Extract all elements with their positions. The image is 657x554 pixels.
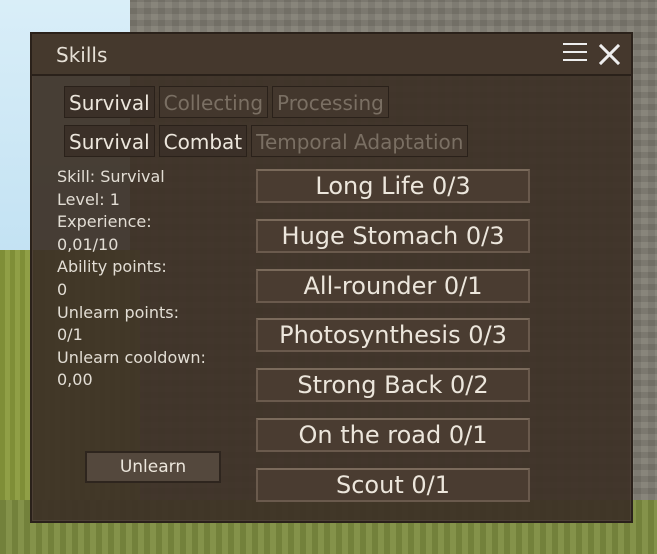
unlearn-button[interactable]: Unlearn bbox=[85, 451, 221, 483]
skills-dialog: Skills Survival Collecting Processing Su… bbox=[30, 32, 633, 523]
ability-button-on-the-road[interactable]: On the road 0/1 bbox=[256, 417, 530, 452]
ability-points-label: Ability points: bbox=[57, 257, 167, 277]
skill-category-tabs: Survival Collecting Processing bbox=[64, 86, 389, 118]
close-icon[interactable] bbox=[597, 42, 621, 66]
ability-button-scout[interactable]: Scout 0/1 bbox=[256, 467, 530, 502]
experience-value: 0,01/10 bbox=[57, 234, 119, 254]
ability-points-value: 0 bbox=[57, 279, 68, 299]
ability-list: Long Life 0/3 Huge Stomach 0/3 All-round… bbox=[256, 169, 530, 518]
unlearn-cooldown-value: 0,00 bbox=[57, 370, 93, 390]
skill-name: Skill: Survival bbox=[57, 167, 165, 186]
subtab-survival[interactable]: Survival bbox=[64, 125, 155, 157]
skill-info-panel: Skill: Survival Level: 1 Experience: 0,0… bbox=[57, 166, 206, 392]
skill-subcategory-tabs: Survival Combat Temporal Adaptation bbox=[64, 125, 469, 157]
dialog-title: Skills bbox=[56, 43, 108, 67]
unlearn-points-label: Unlearn points: bbox=[57, 302, 179, 322]
subtab-temporal-adaptation[interactable]: Temporal Adaptation bbox=[251, 125, 469, 157]
subtab-combat[interactable]: Combat bbox=[158, 125, 248, 157]
tab-survival[interactable]: Survival bbox=[64, 86, 155, 118]
skill-level: Level: 1 bbox=[57, 189, 120, 209]
tab-processing[interactable]: Processing bbox=[272, 86, 389, 118]
ability-button-all-rounder[interactable]: All-rounder 0/1 bbox=[256, 268, 530, 303]
ability-button-long-life[interactable]: Long Life 0/3 bbox=[256, 169, 530, 203]
unlearn-points-value: 0/1 bbox=[57, 325, 83, 345]
menu-icon[interactable] bbox=[563, 43, 587, 63]
ability-button-strong-back[interactable]: Strong Back 0/2 bbox=[256, 368, 530, 403]
unlearn-cooldown-label: Unlearn cooldown: bbox=[57, 347, 206, 367]
experience-label: Experience: bbox=[57, 212, 152, 232]
title-bar[interactable]: Skills bbox=[32, 34, 631, 76]
tab-collecting[interactable]: Collecting bbox=[158, 86, 269, 118]
ability-button-photosynthesis[interactable]: Photosynthesis 0/3 bbox=[256, 318, 530, 353]
ability-button-huge-stomach[interactable]: Huge Stomach 0/3 bbox=[256, 218, 530, 253]
